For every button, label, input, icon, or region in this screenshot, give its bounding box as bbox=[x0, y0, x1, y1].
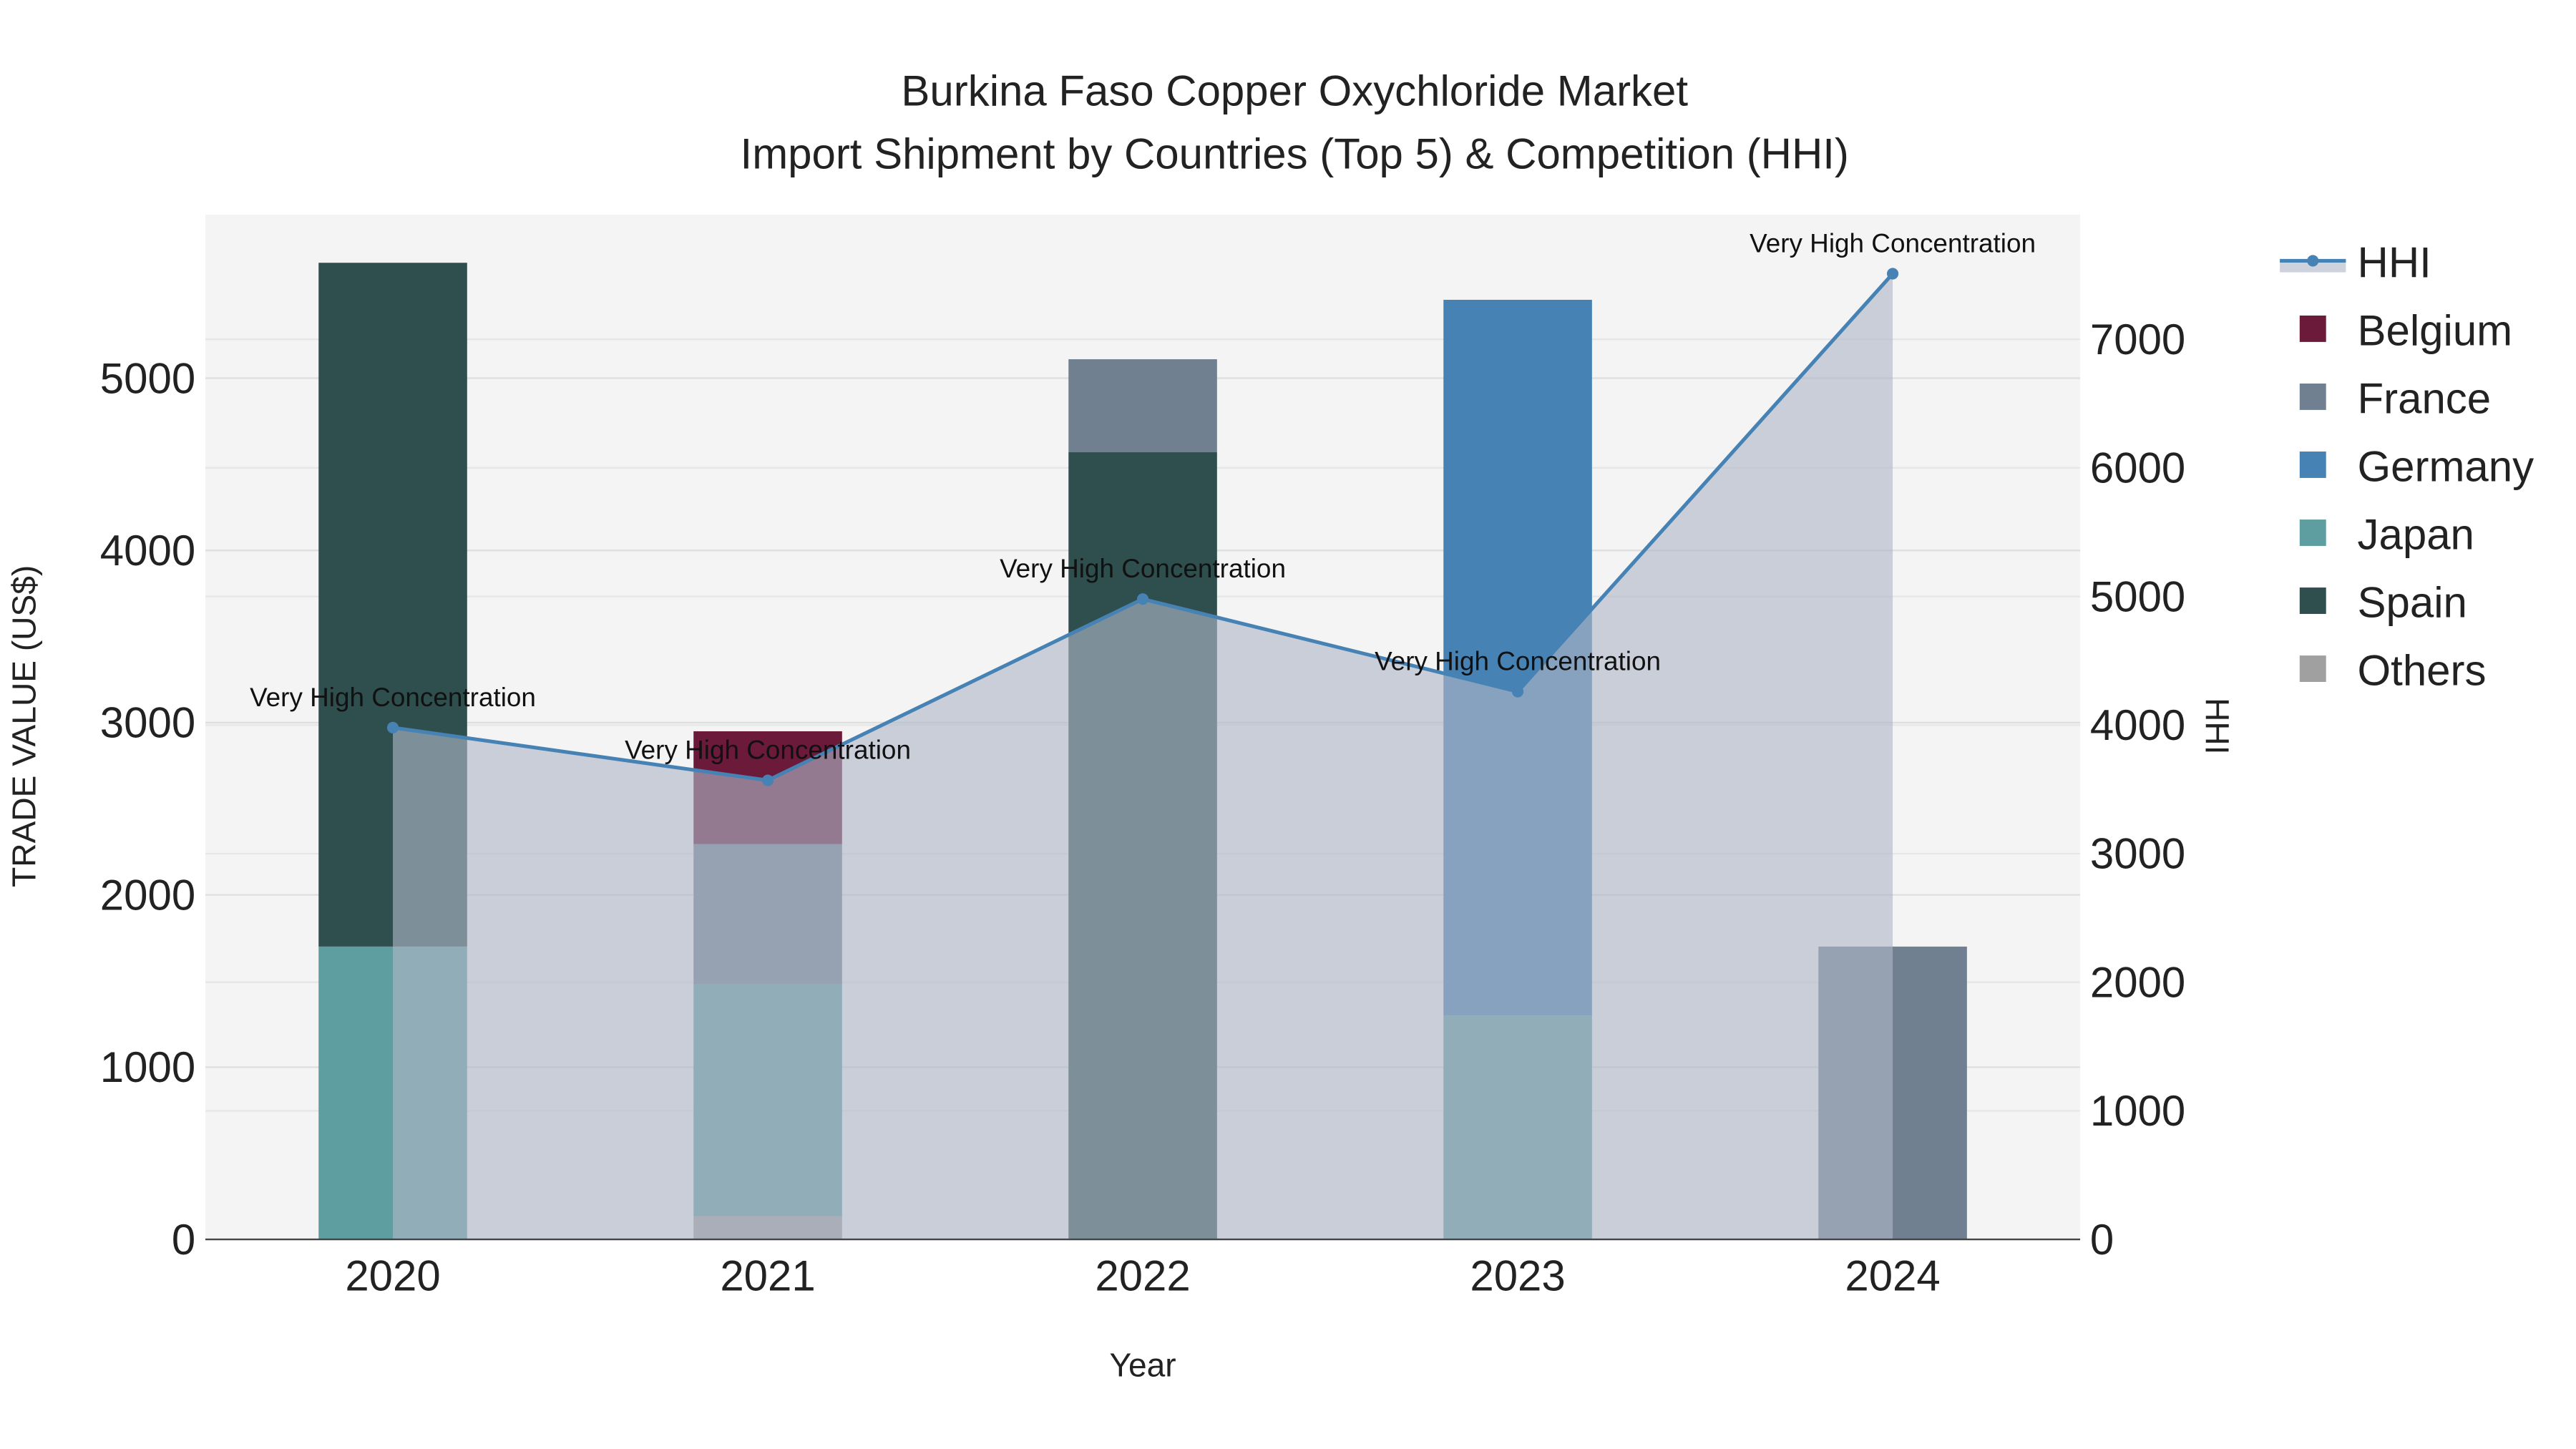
x-tick-label: 2024 bbox=[1845, 1252, 1940, 1300]
x-tick-label: 2022 bbox=[1095, 1252, 1190, 1300]
hhi-annotation-2021: Very High Concentration bbox=[625, 736, 911, 765]
legend-swatch-others bbox=[2299, 655, 2326, 682]
y-axis-label: TRADE VALUE (US$) bbox=[5, 565, 42, 887]
hhi-annotation-2024: Very High Concentration bbox=[1750, 229, 2036, 258]
chart: Very High Concentration Very High Concent… bbox=[5, 67, 2534, 1384]
hhi-point-2020 bbox=[386, 721, 399, 733]
y2-tick-label: 3000 bbox=[2090, 830, 2185, 878]
y2-tick-label: 0 bbox=[2090, 1216, 2114, 1264]
hhi-point-2023 bbox=[1511, 686, 1524, 698]
chart-title-line1: Burkina Faso Copper Oxychloride Market bbox=[901, 67, 1688, 115]
hhi-annotation-2020: Very High Concentration bbox=[250, 683, 536, 712]
y2-tick-label: 4000 bbox=[2090, 701, 2185, 749]
x-tick-label: 2023 bbox=[1470, 1252, 1565, 1300]
hhi-annotation-2022: Very High Concentration bbox=[1000, 554, 1286, 583]
y2-tick-label: 1000 bbox=[2090, 1087, 2185, 1135]
chart-title-line2: Import Shipment by Countries (Top 5) & C… bbox=[741, 130, 1849, 177]
y-tick-label: 1000 bbox=[100, 1043, 195, 1091]
hhi-point-2024 bbox=[1886, 268, 1899, 280]
legend-label-france: France bbox=[2358, 375, 2492, 423]
legend-swatch-spain bbox=[2299, 587, 2326, 614]
y-tick-label: 2000 bbox=[100, 871, 195, 919]
y2-axis-label: HHI bbox=[2198, 698, 2235, 754]
x-tick-label: 2021 bbox=[720, 1252, 815, 1300]
legend-swatch-japan bbox=[2299, 519, 2326, 546]
legend-label-belgium: Belgium bbox=[2358, 306, 2513, 354]
legend-swatch-france bbox=[2299, 384, 2326, 410]
y-tick-label: 0 bbox=[172, 1216, 195, 1264]
hhi-annotation-2023: Very High Concentration bbox=[1375, 647, 1661, 676]
y2-tick-label: 7000 bbox=[2090, 316, 2185, 364]
legend-label-japan: Japan bbox=[2358, 511, 2474, 559]
bar-france-2022 bbox=[1068, 359, 1217, 453]
hhi-point-2021 bbox=[761, 774, 774, 786]
y-tick-label: 3000 bbox=[100, 699, 195, 747]
legend-label-others: Others bbox=[2358, 647, 2487, 695]
y2-tick-label: 6000 bbox=[2090, 444, 2185, 492]
legend-swatch-germany bbox=[2299, 452, 2326, 478]
legend-label-germany: Germany bbox=[2358, 443, 2534, 491]
y-tick-label: 5000 bbox=[100, 354, 195, 402]
y-tick-label: 4000 bbox=[100, 527, 195, 575]
y2-tick-label: 5000 bbox=[2090, 572, 2185, 620]
legend-label-hhi: HHI bbox=[2358, 238, 2431, 286]
x-axis-label: Year bbox=[1109, 1347, 1176, 1384]
hhi-point-2022 bbox=[1136, 593, 1149, 605]
legend-label-spain: Spain bbox=[2358, 579, 2467, 627]
x-tick-label: 2020 bbox=[345, 1252, 440, 1300]
legend-swatch-belgium bbox=[2299, 315, 2326, 342]
y2-tick-label: 2000 bbox=[2090, 958, 2185, 1006]
legend-marker-hhi bbox=[2307, 255, 2319, 267]
